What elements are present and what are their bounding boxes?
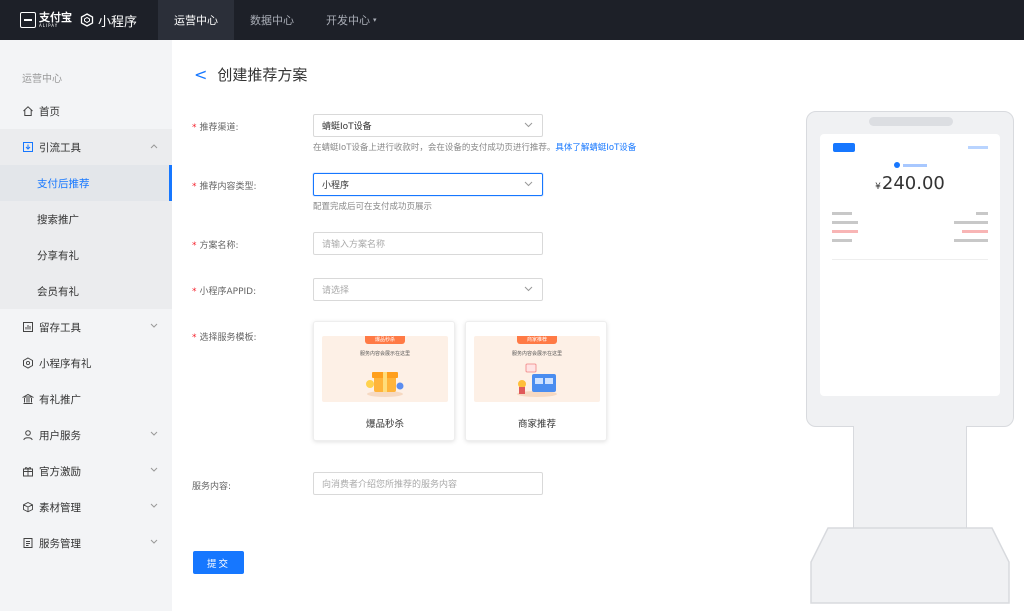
chevron-down-icon — [524, 286, 533, 292]
chevron-down-icon — [524, 122, 533, 128]
template-label: * 选择服务模板: — [192, 333, 257, 343]
sidebar-item-traffic-tools[interactable]: 引流工具 — [0, 129, 172, 165]
alipay-logo-icon — [20, 12, 36, 28]
chevron-down-icon — [150, 431, 158, 436]
payment-amount: ¥240.00 — [875, 173, 945, 194]
sidebar-item-user-service[interactable]: 用户服务 — [0, 417, 172, 453]
caret-down-icon: ▾ — [373, 16, 377, 24]
home-icon — [23, 106, 33, 116]
channel-hint: 在蜻蜓IoT设备上进行收款时，会在设备的支付成功页进行推荐。具体了解蜻蜓IoT设… — [313, 143, 637, 153]
back-arrow-icon[interactable]: < — [194, 65, 207, 84]
nav-data-center[interactable]: 数据中心 — [234, 0, 310, 40]
device-stand-base — [810, 527, 1010, 604]
nav-dev-center[interactable]: 开发中心 ▾ — [310, 0, 393, 40]
chevron-down-icon — [524, 181, 533, 187]
gift-box-illustration-icon — [366, 372, 404, 397]
sidebar-item-retention-tools[interactable]: 留存工具 — [0, 309, 172, 345]
service-content-label: 服务内容: — [192, 482, 232, 492]
template-card-merchant-recommend[interactable]: 商家推荐 服务内容会展示在这里 商家推荐 — [465, 321, 607, 441]
sidebar-item-share-gift[interactable]: 分享有礼 — [0, 237, 172, 273]
export-icon — [23, 142, 33, 152]
learn-iot-link[interactable]: 具体了解蜻蜓IoT设备 — [555, 143, 636, 153]
device-screen: ¥240.00 — [820, 134, 1000, 396]
chevron-up-icon — [150, 144, 158, 149]
detail-row — [832, 212, 988, 215]
screen-back-button — [833, 143, 855, 152]
sidebar-item-gift-promo[interactable]: 有礼推广 — [0, 381, 172, 417]
sidebar-item-official-incentive[interactable]: 官方激励 — [0, 453, 172, 489]
brand-logo[interactable]: 支付宝 ALIPAY 小程序 — [0, 11, 158, 30]
sidebar-section-title: 运营中心 — [22, 74, 62, 85]
bar-chart-icon — [23, 322, 33, 332]
plan-name-label: * 方案名称: — [192, 241, 239, 251]
screen-done-link — [968, 146, 988, 149]
sidebar-item-home[interactable]: 首页 — [0, 93, 172, 129]
plan-name-input[interactable]: 请输入方案名称 — [313, 232, 543, 255]
top-navigation-bar: 支付宝 ALIPAY 小程序 运营中心 数据中心 开发中心 ▾ — [0, 0, 1024, 40]
channel-label: * 推荐渠道: — [192, 123, 239, 133]
success-check-icon — [893, 162, 900, 168]
detail-row — [832, 230, 988, 233]
appid-select[interactable]: 请选择 — [313, 278, 543, 301]
detail-row — [832, 239, 988, 242]
brand-alipay-en-text: ALIPAY — [39, 23, 59, 28]
device-stand-neck — [853, 426, 967, 528]
device-preview: ¥240.00 — [806, 111, 1014, 427]
template-card-name: 爆品秒杀 — [365, 419, 404, 430]
service-content-input[interactable]: 向消费者介绍您所推荐的服务内容 — [313, 472, 543, 495]
sidebar-item-after-pay-recommend[interactable]: 支付后推荐 — [0, 165, 172, 201]
nav-operations-center[interactable]: 运营中心 — [158, 0, 234, 40]
template-card-name: 商家推荐 — [517, 419, 556, 430]
miniprogram-icon — [23, 357, 33, 369]
device-speaker — [869, 117, 953, 126]
template-thumbnail: 商家推荐 服务内容会展示在这里 — [474, 336, 600, 402]
payment-success-indicator — [820, 162, 1000, 168]
sidebar-item-service-mgmt[interactable]: 服务管理 — [0, 525, 172, 561]
channel-select[interactable]: 蜻蜓IoT设备 — [313, 114, 543, 137]
page-title: < 创建推荐方案 — [194, 64, 307, 85]
shop-illustration-icon — [517, 363, 557, 397]
document-icon — [23, 538, 33, 548]
gift-icon — [23, 467, 33, 477]
sidebar-item-mini-gift[interactable]: 小程序有礼 — [0, 345, 172, 381]
sidebar-item-material-mgmt[interactable]: 素材管理 — [0, 489, 172, 525]
miniprogram-logo-icon — [80, 13, 94, 27]
detail-row — [832, 221, 988, 224]
content-type-label: * 推荐内容类型: — [192, 182, 257, 192]
template-card-flash-sale[interactable]: 爆品秒杀 服务内容会展示在这里 爆品秒杀 — [313, 321, 455, 441]
submit-button[interactable]: 提交 — [193, 551, 244, 574]
content-type-select[interactable]: 小程序 — [313, 173, 543, 196]
chevron-down-icon — [150, 503, 158, 508]
content-type-hint: 配置完成后可在支付成功页展示 — [313, 202, 433, 212]
bank-icon — [22, 393, 34, 404]
page-title-text: 创建推荐方案 — [217, 66, 308, 84]
sidebar-item-search-promo[interactable]: 搜索推广 — [0, 201, 172, 237]
sidebar-item-member-gift[interactable]: 会员有礼 — [0, 273, 172, 309]
chevron-down-icon — [150, 539, 158, 544]
brand-alipay-text: 支付宝 — [39, 11, 72, 24]
user-icon — [23, 430, 33, 441]
chevron-down-icon — [150, 323, 158, 328]
sidebar: 运营中心 首页 引流工具 支付后推荐 搜索推广 分享有礼 会员有礼 留存工具 小… — [0, 40, 172, 611]
brand-miniprogram-text: 小程序 — [98, 14, 138, 30]
template-thumbnail: 爆品秒杀 服务内容会展示在这里 — [322, 336, 448, 402]
chevron-down-icon — [150, 467, 158, 472]
cube-icon — [23, 501, 33, 513]
appid-label: * 小程序APPID: — [192, 287, 257, 297]
